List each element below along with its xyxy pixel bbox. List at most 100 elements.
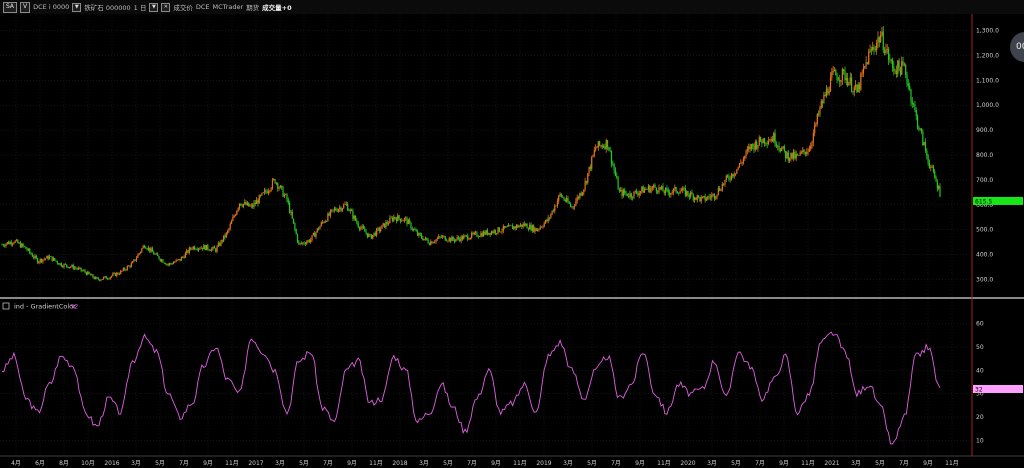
candle-body	[23, 246, 26, 247]
candle-body	[72, 265, 74, 269]
candle-body	[62, 266, 64, 268]
candle-body	[281, 185, 283, 188]
candle-body	[362, 226, 365, 229]
candle-body	[737, 167, 739, 170]
candle-body	[348, 210, 350, 212]
candle-body	[719, 188, 721, 191]
candle-body	[295, 229, 297, 235]
candle-body	[542, 226, 544, 228]
candle-body	[172, 262, 175, 265]
candle-body	[617, 177, 619, 190]
indicator-tick-label: 10	[976, 437, 984, 444]
candle-body	[880, 35, 882, 43]
candle-body	[319, 226, 321, 230]
candle-body	[626, 193, 628, 196]
candle-body	[745, 150, 747, 157]
candle-body	[752, 143, 754, 146]
candle-body	[485, 230, 487, 235]
candle-body	[926, 150, 928, 156]
candle-body	[204, 245, 206, 251]
candle-body	[76, 268, 78, 270]
candle-body	[242, 203, 245, 207]
candle-body	[568, 202, 570, 204]
price-tick-label: 800.0	[976, 152, 993, 159]
candle-body	[522, 223, 524, 227]
candle-body	[395, 218, 398, 222]
candle-body	[632, 197, 634, 199]
candle-body	[509, 225, 511, 226]
candle-body	[837, 79, 840, 81]
candle-body	[445, 240, 448, 242]
candle-body	[254, 202, 256, 204]
candle-body	[195, 249, 197, 250]
candle-body	[833, 69, 836, 71]
price-chart[interactable]: ind - GradientColor 32 300.0 400.0 500.0 60…	[0, 0, 1024, 468]
candle-body	[170, 263, 172, 264]
candle-body	[101, 279, 103, 280]
indicator-tick-label: 20	[976, 414, 984, 421]
date-tick-label: 5月	[443, 460, 453, 467]
candle-body	[938, 186, 940, 189]
candle-body	[364, 228, 366, 232]
candle-body	[490, 231, 493, 235]
indicator-series-line	[1, 331, 941, 445]
candle-body	[497, 227, 499, 234]
candle-body	[905, 64, 907, 75]
candle-body	[711, 195, 713, 198]
candle-body	[439, 236, 441, 237]
candle-body	[642, 186, 644, 193]
candle-body	[321, 221, 324, 223]
candle-body	[211, 248, 213, 251]
candle-body	[407, 219, 409, 225]
candle-body	[56, 261, 59, 264]
candle-body	[451, 236, 453, 242]
indicator-close-icon[interactable]	[2, 302, 10, 310]
candle-body	[9, 241, 11, 245]
candle-body	[347, 203, 349, 211]
candle-body	[754, 141, 756, 150]
candle-body	[924, 142, 927, 151]
candle-body	[589, 166, 591, 169]
candle-body	[935, 177, 937, 182]
candle-body	[724, 180, 726, 185]
candle-body	[716, 194, 718, 197]
candle-body	[887, 48, 890, 60]
candle-body	[420, 234, 423, 238]
candle-body	[496, 233, 498, 234]
candle-body	[238, 203, 241, 209]
candle-body	[85, 272, 88, 275]
candle-body	[403, 218, 405, 221]
candle-body	[785, 151, 787, 159]
date-tick-label: 2020	[680, 460, 695, 467]
candle-body	[548, 217, 551, 219]
candle-body	[916, 115, 919, 128]
candle-body	[11, 243, 14, 245]
candle-body	[175, 259, 177, 262]
candle-body	[481, 233, 483, 237]
candle-body	[398, 215, 400, 219]
candle-body	[265, 190, 267, 192]
candle-body	[864, 66, 866, 68]
candle-body	[534, 228, 536, 232]
candle-body	[389, 217, 391, 224]
candle-body	[494, 230, 497, 234]
candle-body	[610, 150, 613, 164]
candle-body	[729, 179, 731, 180]
candle-body	[340, 207, 342, 211]
candle-body	[639, 191, 642, 193]
candle-body	[473, 232, 475, 235]
candle-body	[691, 192, 693, 195]
candle-body	[757, 145, 759, 149]
candle-body	[602, 146, 605, 148]
candle-body	[821, 101, 824, 104]
candle-body	[502, 226, 504, 231]
candle-body	[657, 191, 659, 193]
candle-body	[720, 190, 722, 192]
candle-body	[75, 267, 77, 269]
candle-body	[811, 142, 813, 146]
indicator-title: ind - GradientColor	[14, 303, 76, 311]
candle-body	[241, 205, 243, 207]
candle-body	[804, 151, 807, 155]
candle-body	[762, 138, 764, 144]
candle-body	[228, 228, 230, 231]
